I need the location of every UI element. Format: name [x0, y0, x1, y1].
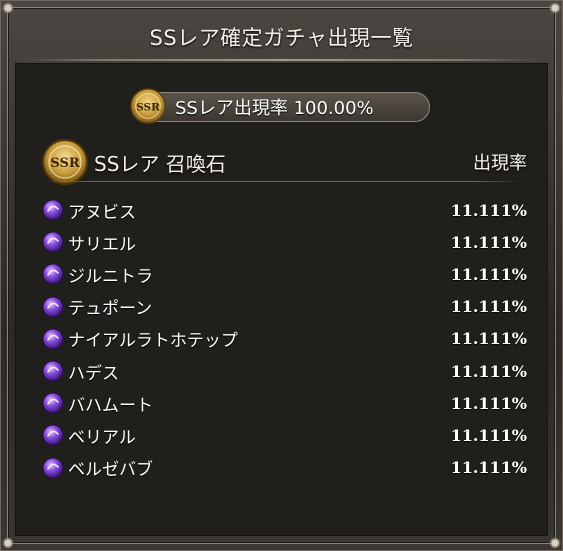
item-rate: 11.111% [450, 425, 527, 445]
list-divider [42, 181, 521, 182]
purple-orb-icon [42, 392, 64, 414]
list-item: サリエル 11.111% [40, 226, 527, 258]
item-rate: 11.111% [450, 297, 527, 317]
dialog-title: SSレア確定ガチャ出現一覧 [149, 26, 414, 50]
header-divider [25, 59, 538, 61]
list-item: ナイアルラトホテップ 11.111% [40, 323, 527, 355]
list-item: アヌビス 11.111% [40, 194, 527, 226]
item-rate: 11.111% [450, 264, 527, 284]
item-name: ナイアルラトホテップ [68, 331, 238, 352]
svg-text:SSR: SSR [50, 156, 79, 171]
summon-list: アヌビス 11.111% サリエル 11.111% ジルニトラ 11.111% … [40, 194, 527, 484]
item-rate: 11.111% [450, 232, 527, 252]
svg-text:SSR: SSR [136, 101, 160, 113]
rate-column-header: 出現率 [473, 153, 527, 174]
item-name: ベリアル [68, 427, 136, 448]
purple-orb-icon [42, 296, 64, 318]
list-item: テュポーン 11.111% [40, 291, 527, 323]
item-name: ジルニトラ [68, 266, 153, 287]
corner-rivet-icon [548, 1, 562, 15]
list-item: ジルニトラ 11.111% [40, 258, 527, 290]
category-title: SSレア 召喚石 [94, 151, 226, 176]
item-rate: 11.111% [450, 458, 527, 478]
corner-rivet-icon [548, 536, 562, 550]
item-rate: 11.111% [450, 329, 527, 349]
overall-rate-text: SSレア出現率 100.00% [175, 98, 374, 119]
purple-orb-icon [42, 231, 64, 253]
overall-rate-pill: SSR SSレア出現率 100.00% [130, 88, 430, 124]
list-header: SSR SSレア 召喚石 出現率 [40, 132, 527, 192]
list-item: ベルゼバブ 11.111% [40, 452, 527, 484]
list-item: バハムート 11.111% [40, 387, 527, 419]
item-rate: 11.111% [450, 361, 527, 381]
purple-orb-icon [42, 328, 64, 350]
list-item: ベリアル 11.111% [40, 419, 527, 451]
item-name: ハデス [68, 363, 119, 384]
item-name: テュポーン [68, 299, 153, 320]
ssr-badge-icon: SSR [130, 88, 166, 124]
corner-rivet-icon [1, 1, 15, 15]
item-name: サリエル [68, 234, 136, 255]
list-item: ハデス 11.111% [40, 355, 527, 387]
item-name: バハムート [68, 395, 153, 416]
purple-orb-icon [42, 424, 64, 446]
rate-list-panel: SSR SSレア出現率 100.00% SSR SSレア 召喚石 出現率 アヌビ… [15, 63, 548, 536]
gacha-rate-dialog: SSレア確定ガチャ出現一覧 SSR SSレア出現率 100.00% SSR SS… [0, 0, 563, 551]
purple-orb-icon [42, 457, 64, 479]
ssr-badge-icon: SSR [42, 139, 88, 185]
item-name: アヌビス [68, 202, 136, 223]
purple-orb-icon [42, 360, 64, 382]
purple-orb-icon [42, 199, 64, 221]
dialog-header: SSレア確定ガチャ出現一覧 [15, 15, 548, 59]
item-rate: 11.111% [450, 393, 527, 413]
purple-orb-icon [42, 263, 64, 285]
item-name: ベルゼバブ [68, 460, 153, 481]
corner-rivet-icon [1, 536, 15, 550]
item-rate: 11.111% [450, 200, 527, 220]
